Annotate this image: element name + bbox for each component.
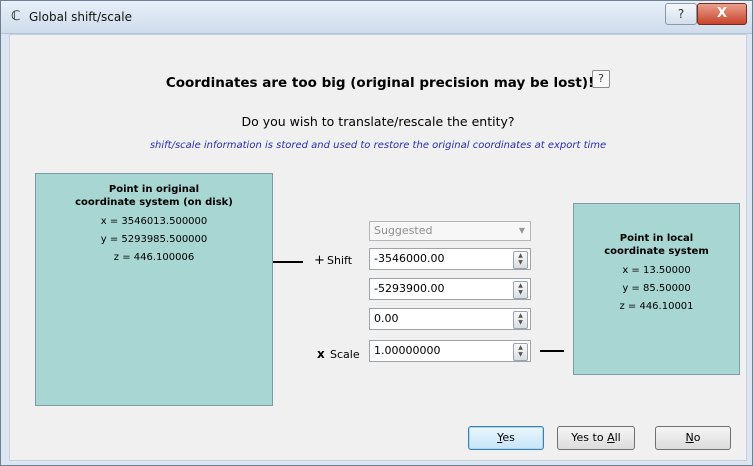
dialog-content: Coordinates are too big (original precis…: [9, 34, 747, 461]
spin-arrows-icon[interactable]: ▲ ▼: [513, 281, 528, 299]
title-bar[interactable]: ℂ Global shift/scale ? X: [1, 1, 752, 34]
original-point-title-line1: Point in original: [108, 184, 200, 195]
chevron-down-icon: ▼: [518, 226, 525, 235]
local-point-title-line2: coordinate system: [604, 246, 709, 257]
shift-z-value: 0.00: [374, 312, 399, 325]
left-connector-line: [273, 261, 303, 263]
spin-arrows-icon[interactable]: ▲ ▼: [513, 251, 528, 269]
scale-input[interactable]: 1.00000000 ▲ ▼: [369, 340, 531, 362]
multiply-sign: x: [317, 347, 325, 361]
yesall-mnemonic: A: [607, 431, 615, 444]
local-point-title: Point in local coordinate system: [574, 232, 739, 258]
original-point-title-line2: coordinate system (on disk): [75, 197, 233, 208]
original-point-panel: Point in original coordinate system (on …: [35, 173, 273, 406]
preset-combo[interactable]: Suggested ▼: [369, 221, 531, 241]
local-y: y = 85.50000: [622, 283, 691, 294]
shift-y-input[interactable]: -5293900.00 ▲ ▼: [369, 278, 531, 300]
dialog-heading: Coordinates are too big (original precis…: [165, 75, 595, 91]
spin-arrows-icon[interactable]: ▲ ▼: [513, 311, 528, 329]
original-point-title: Point in original coordinate system (on …: [36, 183, 272, 209]
local-point-title-line1: Point in local: [619, 233, 694, 244]
scale-value: 1.00000000: [374, 344, 441, 357]
app-icon: ℂ: [11, 9, 21, 24]
no-button[interactable]: No: [655, 426, 731, 450]
local-z: z = 446.10001: [619, 301, 694, 312]
right-connector-line: [540, 350, 564, 352]
shift-z-input[interactable]: 0.00 ▲ ▼: [369, 308, 531, 330]
yes-button[interactable]: Yes: [468, 426, 544, 450]
yesall-rest: ll: [614, 431, 621, 444]
shift-y-value: -5293900.00: [374, 282, 445, 295]
plus-sign: +: [314, 253, 325, 268]
title-help-button[interactable]: ?: [665, 3, 697, 25]
yes-rest: es: [502, 431, 515, 444]
no-mnemonic: N: [685, 431, 694, 444]
shift-x-value: -3546000.00: [374, 252, 445, 265]
local-x: x = 13.50000: [622, 265, 691, 276]
heading-help-button[interactable]: ?: [592, 70, 610, 88]
no-rest: o: [693, 431, 701, 444]
local-point-panel: Point in local coordinate system x = 13.…: [573, 203, 740, 375]
preset-value: Suggested: [374, 224, 433, 237]
original-x: x = 3546013.500000: [100, 216, 208, 227]
original-z: z = 446.100006: [113, 252, 195, 263]
yes-to-all-button[interactable]: Yes to All: [557, 426, 635, 450]
info-text: shift/scale information is stored and us…: [149, 140, 607, 151]
spin-arrows-icon[interactable]: ▲ ▼: [513, 343, 528, 361]
window-title: Global shift/scale: [29, 10, 132, 24]
dialog-window: ℂ Global shift/scale ? X Coordinates are…: [0, 0, 753, 466]
close-button[interactable]: X: [697, 3, 747, 25]
scale-label: Scale: [330, 348, 360, 361]
shift-label: Shift: [327, 254, 353, 267]
yesall-prefix: Yes to: [571, 431, 608, 444]
shift-x-input[interactable]: -3546000.00 ▲ ▼: [369, 248, 531, 270]
original-y: y = 5293985.500000: [100, 234, 208, 245]
dialog-question: Do you wish to translate/rescale the ent…: [241, 114, 515, 129]
